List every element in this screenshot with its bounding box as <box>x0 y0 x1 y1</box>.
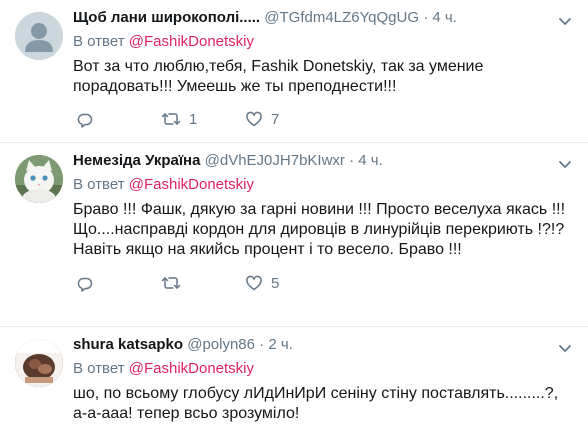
reply-icon <box>77 113 93 128</box>
tweet-actions: 5 <box>73 269 576 305</box>
photo-avatar-icon <box>15 339 63 387</box>
timestamp[interactable]: 2 ч. <box>268 336 293 353</box>
retweet-icon <box>161 113 181 125</box>
tweet[interactable]: Щоб лани широкополі..... @TGfdm4LZ6YqQgU… <box>0 0 588 143</box>
tweet-text: Браво !!! Фашк, дякую за гарні новини !!… <box>73 201 566 258</box>
reply-context: В ответ @FashikDonetskiy <box>73 32 576 52</box>
like-count: 5 <box>271 274 280 292</box>
reply-prefix: В ответ <box>73 176 125 193</box>
reply-prefix: В ответ <box>73 360 125 377</box>
default-avatar-icon <box>15 12 63 60</box>
timestamp[interactable]: 4 ч. <box>432 9 457 26</box>
retweet-button[interactable]: 1 <box>161 110 197 128</box>
reply-context: В ответ @FashikDonetskiy <box>73 359 576 379</box>
reply-button[interactable] <box>76 111 94 129</box>
chevron-down-icon[interactable] <box>556 12 574 30</box>
avatar[interactable] <box>15 339 63 387</box>
tweet-actions: 1 7 <box>73 105 576 141</box>
reply-icon <box>77 277 93 292</box>
chevron-down-icon[interactable] <box>556 155 574 173</box>
user-handle[interactable]: @dVhEJ0JH7bKIwxr <box>205 152 345 169</box>
like-button[interactable]: 7 <box>245 110 279 128</box>
display-name[interactable]: Щоб лани широкополі..... <box>73 9 260 26</box>
separator: · <box>259 336 265 353</box>
avatar[interactable] <box>15 12 63 60</box>
reply-mention-link[interactable]: @FashikDonetskiy <box>129 33 254 50</box>
reply-button[interactable] <box>76 275 94 293</box>
like-button[interactable]: 5 <box>245 274 279 292</box>
reply-mention-link[interactable]: @FashikDonetskiy <box>129 176 254 193</box>
tweet-header: shura katsapko @polyn86 · 2 ч. <box>73 335 576 355</box>
reply-mention-link[interactable]: @FashikDonetskiy <box>129 360 254 377</box>
tweet-header: Немезіда Україна @dVhEJ0JH7bKIwxr · 4 ч. <box>73 151 576 171</box>
display-name[interactable]: Немезіда Україна <box>73 152 200 169</box>
tweet[interactable]: Немезіда Україна @dVhEJ0JH7bKIwxr · 4 ч.… <box>0 143 588 327</box>
display-name[interactable]: shura katsapko <box>73 336 183 353</box>
white-cat-avatar-icon <box>15 155 63 203</box>
reply-prefix: В ответ <box>73 33 125 50</box>
tweet-text: Вот за что люблю,тебя, Fashik Donetskiy,… <box>73 58 484 95</box>
heart-icon <box>246 111 262 127</box>
like-count: 7 <box>271 110 280 128</box>
retweet-icon <box>161 277 181 289</box>
separator: · <box>349 152 355 169</box>
user-handle[interactable]: @TGfdm4LZ6YqQgUG <box>264 9 419 26</box>
chevron-down-icon[interactable] <box>556 339 574 357</box>
timestamp[interactable]: 4 ч. <box>358 152 383 169</box>
reply-context: В ответ @FashikDonetskiy <box>73 175 576 195</box>
user-handle[interactable]: @polyn86 <box>187 336 255 353</box>
avatar[interactable] <box>15 155 63 203</box>
retweet-count: 1 <box>189 110 198 128</box>
separator: · <box>423 9 429 26</box>
retweet-button[interactable] <box>161 274 189 292</box>
tweet[interactable]: shura katsapko @polyn86 · 2 ч. В ответ @… <box>0 327 588 439</box>
tweet-text: шо, по всьому глобусу лИдИнИрИ сеніну ст… <box>73 385 559 422</box>
heart-icon <box>246 275 262 291</box>
tweet-header: Щоб лани широкополі..... @TGfdm4LZ6YqQgU… <box>73 8 576 28</box>
